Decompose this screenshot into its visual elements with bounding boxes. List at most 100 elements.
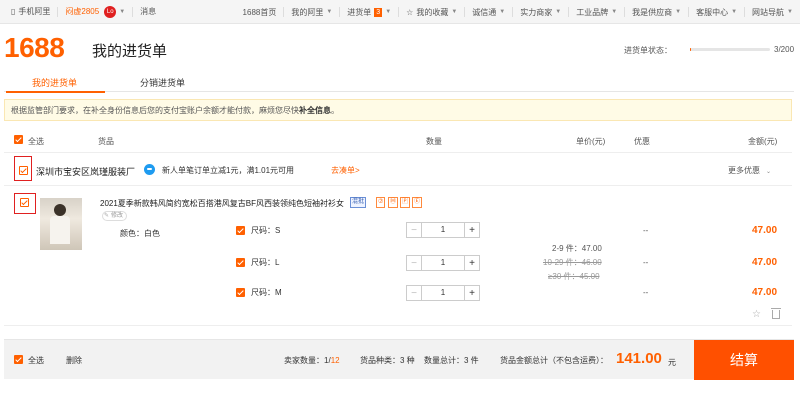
amount-header: 金额(元) — [748, 137, 778, 146]
delete-button[interactable]: 删除 — [66, 355, 82, 366]
complete-info-link[interactable]: 补全信息 — [299, 105, 331, 116]
user-level-badge: Lo — [104, 5, 117, 18]
quantity-input[interactable]: 1 — [422, 256, 464, 270]
brand-label: 工业品牌 — [576, 7, 609, 17]
decrease-button[interactable]: − — [407, 223, 422, 237]
identity-notice: 根据监管部门要求，在补全身份信息后您的支付宝账户余额才能付款，麻烦您尽快 补全信息… — [4, 99, 792, 121]
add-items-link[interactable]: 去凑单> — [331, 165, 360, 176]
discount-header: 优惠 — [634, 137, 650, 146]
chevron-down-icon: ▼ — [119, 8, 126, 15]
brand-menu[interactable]: 工业品牌 ▼ — [569, 0, 624, 24]
tab-my-cart[interactable]: 我的进货单 — [5, 76, 106, 93]
tab-distribution-cart[interactable]: 分销进货单 — [140, 76, 185, 92]
more-promo-dropdown[interactable]: 更多优惠 ⌄ — [728, 165, 771, 176]
integrity-menu[interactable]: 诚信通 ▼ — [465, 0, 512, 24]
chevron-down-icon: ▼ — [451, 9, 458, 15]
cart-status-progress — [690, 48, 770, 51]
select-all-checkbox[interactable] — [14, 135, 23, 144]
price-tier: ≥30 件：45.00 — [548, 272, 600, 281]
store-checkbox[interactable] — [19, 166, 28, 175]
product-thumbnail[interactable] — [40, 198, 82, 250]
sku-row: 尺码：L — [236, 254, 279, 270]
quantity-header: 数量 — [426, 137, 442, 146]
quantity-input[interactable]: 1 — [422, 286, 464, 300]
chat-icon[interactable] — [144, 164, 155, 175]
user-name: 闷虚2805 — [65, 7, 100, 16]
increase-button[interactable]: + — [464, 256, 479, 270]
goods-header: 货品 — [98, 137, 114, 146]
sku-checkbox[interactable] — [236, 257, 245, 267]
seller-count-label: 卖家数量： — [284, 356, 324, 365]
sku-size-label: 尺码：M — [251, 287, 282, 297]
decrease-button[interactable]: − — [407, 286, 422, 300]
chevron-down-icon: ▼ — [731, 9, 738, 15]
page-title: 我的进货单 — [92, 43, 168, 60]
store-name[interactable]: 深圳市宝安区岚瑾服装厂 — [36, 165, 135, 178]
user-menu[interactable]: 闷虚2805 Lo ▼ — [58, 0, 132, 24]
cart-menu[interactable]: 进货单 3 ▼ — [340, 0, 398, 24]
seller-count: 卖家数量：1/12 — [284, 355, 340, 366]
discount-value: -- — [643, 288, 649, 297]
increase-button[interactable]: + — [464, 286, 479, 300]
site-nav-menu[interactable]: 网站导航 ▼ — [745, 0, 800, 24]
sku-size-label: 尺码：L — [251, 257, 280, 267]
sku-amount: 47.00 — [752, 257, 778, 268]
trash-icon[interactable] — [771, 308, 781, 319]
chevron-down-icon: ⌄ — [766, 169, 772, 175]
sku-row: 尺码：S — [236, 222, 280, 238]
cart-status-value: 3/200 — [774, 45, 795, 54]
seller-count-total: 12 — [330, 356, 340, 365]
notice-text: 根据监管部门要求，在补全身份信息后您的支付宝账户余额才能付款，麻烦您尽快 — [11, 105, 299, 115]
product-color: 颜色：白色 — [120, 229, 160, 238]
quantity-stepper: − 1 + — [406, 285, 480, 301]
site-logo[interactable]: 1688 — [4, 32, 65, 64]
cart-label: 进货单 — [347, 7, 372, 17]
decrease-button[interactable]: − — [407, 256, 422, 270]
edit-button[interactable]: 修改 — [102, 211, 128, 221]
store-row: 深圳市宝安区岚瑾服装厂 新人单笔订单立减1元，满1.01元可用 去凑单> 更多优… — [4, 152, 792, 186]
sku-amount: 47.00 — [752, 287, 778, 298]
my-ali-menu[interactable]: 我的阿里 ▼ — [284, 0, 339, 24]
mobile-link[interactable]: ▯ 手机阿里 — [4, 0, 57, 24]
supplier-menu[interactable]: 我是供应商 ▼ — [625, 0, 688, 24]
footer-select-all-checkbox[interactable] — [14, 355, 23, 364]
currency-label: 元 — [668, 358, 676, 367]
sku-checkbox[interactable] — [236, 225, 245, 235]
product-title[interactable]: 2021夏季新款韩风简约宽松百搭港风复古BF风西装领纯色短袖衬衫女 — [100, 198, 344, 209]
discount-value: -- — [643, 258, 649, 267]
site-nav-label: 网站导航 — [752, 7, 785, 17]
quantity-stepper: − 1 + — [406, 255, 480, 271]
favorites-label: 我的收藏 — [416, 7, 449, 17]
sku-checkbox[interactable] — [236, 287, 245, 297]
service-menu[interactable]: 客服中心 ▼ — [689, 0, 744, 24]
merchant-menu[interactable]: 实力商家 ▼ — [513, 0, 568, 24]
messages-link[interactable]: 消息 — [133, 0, 163, 24]
star-icon: ☆ — [406, 7, 414, 17]
favorite-icon[interactable]: ☆ — [752, 309, 761, 320]
chevron-down-icon: ▼ — [326, 9, 333, 15]
qty-total-value: 3 件 — [464, 356, 479, 365]
chevron-down-icon: ▼ — [611, 9, 618, 15]
increase-button[interactable]: + — [464, 223, 479, 237]
service-tag: 🄿 — [400, 197, 411, 208]
chevron-down-icon: ▼ — [555, 9, 562, 15]
qty-total-label: 数量总计： — [424, 356, 464, 365]
quantity-input[interactable]: 1 — [422, 223, 464, 237]
mixed-batch-tag: 混批 — [350, 197, 367, 208]
checkout-button[interactable]: 结算 — [694, 340, 794, 380]
chevron-down-icon: ▼ — [787, 9, 793, 15]
checkout-bar: 全选 删除 卖家数量：1/12 货品种类：3 种 数量总计：3 件 货品金额总计… — [4, 339, 794, 380]
cart-status-label: 进货单状态： — [624, 46, 672, 55]
discount-value: -- — [643, 226, 649, 235]
phone-icon: ▯ — [11, 7, 16, 16]
chevron-down-icon: ▼ — [385, 9, 392, 15]
store-promo: 新人单笔订单立减1元，满1.01元可用 — [162, 166, 295, 175]
cart-count-badge: 3 — [374, 7, 383, 17]
goods-kind-value: 3 种 — [400, 356, 415, 365]
integrity-label: 诚信通 — [472, 7, 497, 17]
supplier-label: 我是供应商 — [632, 7, 673, 17]
product-checkbox[interactable] — [20, 198, 29, 207]
total-amount: 141.00 — [616, 350, 662, 367]
home-link[interactable]: 1688首页 — [236, 0, 284, 24]
favorites-menu[interactable]: ☆ 我的收藏 ▼ — [399, 0, 464, 24]
